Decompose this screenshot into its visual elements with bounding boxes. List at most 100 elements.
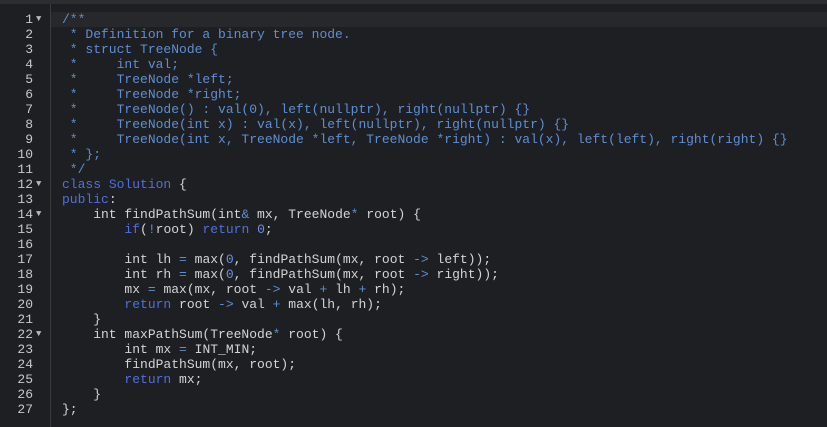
code-token: max( <box>186 267 226 282</box>
code-token: -> <box>264 282 281 297</box>
code-editor[interactable]: 1 ▼ 2 3 4 5 6 7 8 9 10 11 12 ▼ 13 14 ▼ 15 16 17 18 19 20 21 22 ▼ 2… <box>0 0 827 427</box>
fold-toggle-icon[interactable]: ▼ <box>36 207 41 222</box>
code-token: root) <box>155 222 203 237</box>
code-line[interactable]: int findPathSum(int& mx, TreeNode* root)… <box>51 207 827 222</box>
gutter-line: 7 <box>0 102 51 117</box>
code-token: mx, TreeNode <box>249 207 351 222</box>
line-number: 6 <box>25 87 33 102</box>
line-number: 18 <box>17 267 33 282</box>
code-line[interactable]: * TreeNode() : val(0), left(nullptr), ri… <box>51 102 827 117</box>
code-token: : <box>108 192 117 207</box>
line-number: 27 <box>17 402 33 417</box>
line-number: 16 <box>17 237 33 252</box>
line-number: 5 <box>25 72 33 87</box>
code-line[interactable]: mx = max(mx, root -> val + lh + rh); <box>51 282 827 297</box>
code-line[interactable]: * TreeNode *left; <box>51 72 827 87</box>
gutter-line: 25 <box>0 372 51 387</box>
code-line[interactable]: * struct TreeNode { <box>51 42 827 57</box>
line-number: 26 <box>17 387 33 402</box>
code-token: left)); <box>428 252 492 267</box>
code-token: max( <box>186 252 226 267</box>
gutter-line: 6 <box>0 87 51 102</box>
line-number-gutter: 1 ▼ 2 3 4 5 6 7 8 9 10 11 12 ▼ 13 14 ▼ 15 16 17 18 19 20 21 22 ▼ 2… <box>0 4 51 427</box>
code-token: * TreeNode *left; <box>62 72 234 87</box>
code-token: -> <box>413 267 429 282</box>
code-line[interactable]: * TreeNode(int x) : val(x), left(nullptr… <box>51 117 827 132</box>
code-line[interactable]: */ <box>51 162 827 177</box>
line-number: 19 <box>17 282 33 297</box>
code-line[interactable]: class Solution { <box>51 177 827 192</box>
code-token: max(mx, root <box>155 282 265 297</box>
code-token: = <box>179 252 187 267</box>
code-line[interactable]: * TreeNode(int x, TreeNode *left, TreeNo… <box>51 132 827 147</box>
code-line[interactable]: findPathSum(mx, root); <box>51 357 827 372</box>
code-line[interactable]: public: <box>51 192 827 207</box>
line-number: 24 <box>17 357 33 372</box>
code-area[interactable]: /** * Definition for a binary tree node.… <box>51 4 827 427</box>
code-line[interactable]: int maxPathSum(TreeNode* root) { <box>51 327 827 342</box>
line-number: 2 <box>25 27 33 42</box>
fold-toggle-icon[interactable]: ▼ <box>36 177 41 192</box>
line-number: 13 <box>17 192 33 207</box>
code-line[interactable]: * TreeNode *right; <box>51 87 827 102</box>
code-token: return <box>124 372 172 387</box>
code-line[interactable]: } <box>51 387 827 402</box>
code-token: int mx <box>62 342 180 357</box>
code-line[interactable]: return mx; <box>51 372 827 387</box>
code-line[interactable] <box>51 237 827 252</box>
code-token: }; <box>62 402 78 417</box>
code-token: right)); <box>428 267 499 282</box>
code-token: findPathSum(mx, root); <box>62 357 297 372</box>
line-number: 10 <box>17 147 33 162</box>
gutter-line: 8 <box>0 117 51 132</box>
gutter-line: 23 <box>0 342 51 357</box>
code-line[interactable]: int lh = max(0, findPathSum(mx, root -> … <box>51 252 827 267</box>
gutter-line: 5 <box>0 72 51 87</box>
fold-toggle-icon[interactable]: ▼ <box>36 12 41 27</box>
gutter-line: 20 <box>0 297 51 312</box>
gutter-line: 2 <box>0 27 51 42</box>
code-line[interactable]: }; <box>51 402 827 417</box>
line-number: 8 <box>25 117 33 132</box>
code-token: * Definition for a binary tree node. <box>62 27 351 42</box>
code-line[interactable]: * Definition for a binary tree node. <box>51 27 827 42</box>
gutter-line: 12 ▼ <box>0 177 51 192</box>
code-line[interactable]: * }; <box>51 147 827 162</box>
code-token: , findPathSum(mx, root <box>233 252 414 267</box>
code-token: root <box>171 297 219 312</box>
gutter-line: 19 <box>0 282 51 297</box>
code-line[interactable]: int mx = INT_MIN; <box>51 342 827 357</box>
code-line[interactable]: if(!root) return 0; <box>51 222 827 237</box>
line-number: 1 <box>25 12 33 27</box>
code-token: = <box>147 282 156 297</box>
code-token: val <box>233 297 273 312</box>
code-token: * struct TreeNode { <box>62 42 219 57</box>
code-line[interactable]: return root -> val + max(lh, rh); <box>51 297 827 312</box>
code-line-active[interactable]: /** <box>51 12 827 27</box>
code-line[interactable]: } <box>51 312 827 327</box>
gutter-line: 4 <box>0 57 51 72</box>
code-line[interactable]: int rh = max(0, findPathSum(mx, root -> … <box>51 267 827 282</box>
line-number: 7 <box>25 102 33 117</box>
line-number: 20 <box>17 297 33 312</box>
gutter-line: 21 <box>0 312 51 327</box>
code-token: * int val; <box>62 57 180 72</box>
line-number: 21 <box>17 312 33 327</box>
code-line[interactable]: * int val; <box>51 57 827 72</box>
gutter-line: 10 <box>0 147 51 162</box>
code-token: if <box>124 222 141 237</box>
code-token: return <box>124 297 172 312</box>
line-number: 9 <box>25 132 33 147</box>
code-token: Solution <box>108 177 172 192</box>
code-token: 0 <box>257 222 265 237</box>
fold-toggle-icon[interactable]: ▼ <box>36 327 41 342</box>
code-token: , findPathSum(mx, root <box>233 267 414 282</box>
gutter-line: 17 <box>0 252 51 267</box>
code-token: 0 <box>225 267 234 282</box>
code-token: = <box>179 267 187 282</box>
gutter-line: 14 ▼ <box>0 207 51 222</box>
gutter-line: 27 <box>0 402 51 417</box>
gutter-line: 13 <box>0 192 51 207</box>
